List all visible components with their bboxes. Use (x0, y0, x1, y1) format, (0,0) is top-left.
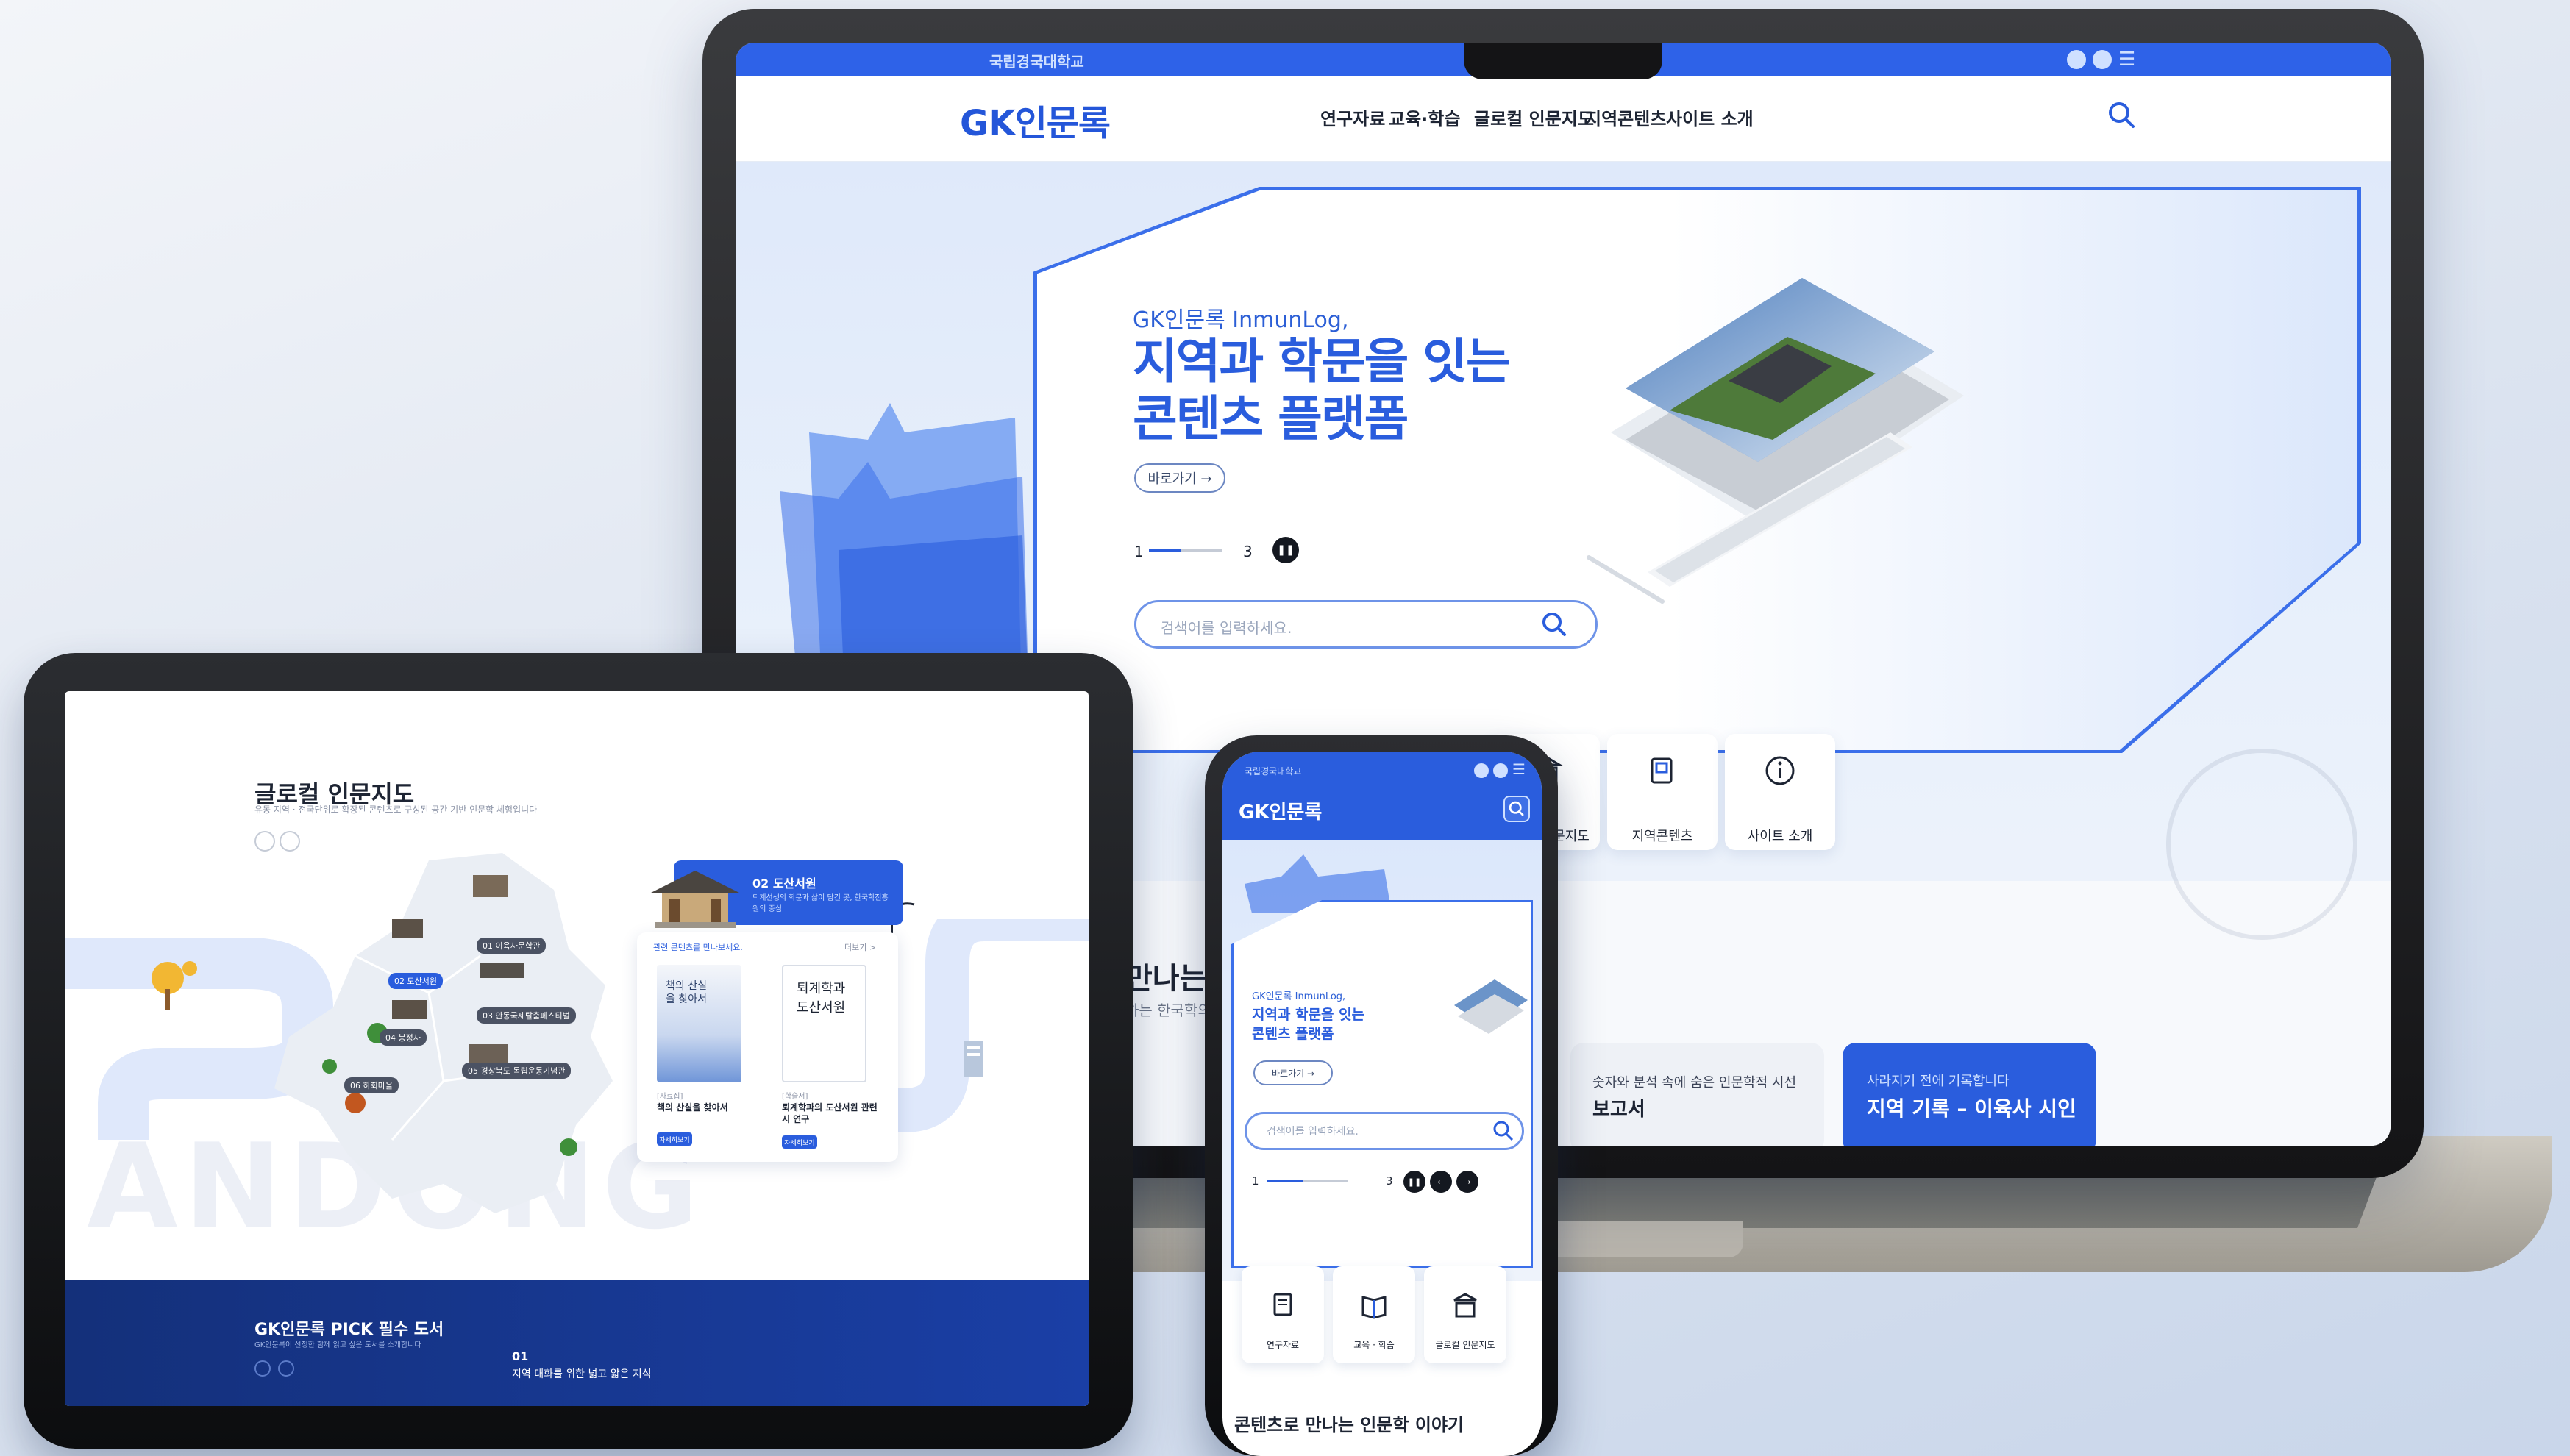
phone-page-current: 1 (1252, 1174, 1259, 1188)
pick-next-button[interactable] (278, 1360, 294, 1377)
section-title: 만나는 (1125, 962, 1207, 996)
phone-quick-label: 교육 · 학습 (1353, 1340, 1395, 1350)
phone-hero-title: 지역과 학문을 잇는 콘텐츠 플랫폼 (1252, 1005, 1364, 1043)
phone-hero-eyebrow: GK인문록 InmunLog, (1252, 991, 1346, 1002)
pick-prev-button[interactable] (254, 1360, 271, 1377)
floating-tablet-illustration (1454, 979, 1528, 1034)
phone-hero-title-line2: 콘텐츠 플랫폼 (1252, 1026, 1334, 1042)
card-title: 보고서 (1592, 1099, 1645, 1121)
phone-logo[interactable]: GK인문록 (1239, 797, 1322, 824)
book-cover-title: 퇴계학과 도산서원 (797, 981, 846, 1016)
phone-screen: 국립경국대학교 ☰ GK인문록 GK인문록 InmunLog, 지역과 학문을 … (1222, 752, 1542, 1456)
book-category: [자료집] (657, 1093, 683, 1101)
hero-page-current: 1 (1134, 543, 1144, 560)
phone-quick-label: 연구자료 (1266, 1340, 1300, 1350)
pick-desc: 지역 대화를 위한 넓고 얇은 지식 (512, 1368, 652, 1380)
map-label-05[interactable]: 05 경상북도 독립운동기념관 (462, 1063, 572, 1079)
globe-icon[interactable] (1493, 763, 1508, 778)
map-label-02[interactable]: 02 도산서원 (388, 973, 443, 989)
book-category: [학술서] (782, 1093, 808, 1101)
nav-education[interactable]: 교육·학습 (1389, 104, 1460, 130)
search-icon[interactable] (1503, 796, 1530, 822)
related-content-label: 관련 콘텐츠를 만나보세요. (653, 943, 743, 952)
book-detail-button[interactable]: 자세히보기 (657, 1132, 692, 1146)
nav-research[interactable]: 연구자료 (1320, 104, 1385, 130)
dosan-seowon-illustration (651, 871, 739, 928)
book-detail-button[interactable]: 자세히보기 (782, 1135, 817, 1149)
search-icon[interactable] (1489, 1116, 1518, 1146)
language-icon[interactable] (1474, 763, 1489, 778)
phone-topbar-university[interactable]: 국립경국대학교 (1245, 765, 1301, 777)
prev-icon[interactable]: ← (1430, 1171, 1452, 1193)
nav-local-content[interactable]: 지역콘텐츠 (1585, 104, 1666, 130)
language-icon[interactable] (2067, 50, 2086, 69)
pick-subtitle: GK인문록이 선정한 함께 읽고 싶은 도서를 소개합니다 (254, 1341, 421, 1349)
search-icon[interactable] (2105, 99, 2137, 131)
map-label-01[interactable]: 01 이육사문학관 (477, 938, 547, 954)
map-label-03[interactable]: 03 안동국제탈춤페스티벌 (477, 1007, 576, 1024)
map-label-04[interactable]: 04 봉정사 (380, 1029, 427, 1046)
building-icon (1453, 1293, 1477, 1318)
place-card-title: 02 도산서원 (752, 877, 816, 891)
phone-quick-label: 글로컬 인문지도 (1435, 1340, 1495, 1350)
floating-tablet-illustration (1587, 278, 1964, 604)
hero-search-placeholder: 검색어를 입력하세요. (1161, 619, 1292, 637)
phone-section-title: 콘텐츠로 만나는 인문학 이야기 (1234, 1415, 1464, 1435)
ginkgo-tree-illustration (152, 961, 197, 1010)
map-label-06[interactable]: 06 하회마을 (344, 1077, 399, 1093)
document-icon (1651, 757, 1673, 784)
place-card-desc: 퇴계선생의 학문과 삶이 담긴 곳, 한국학진흥원의 중심 (752, 894, 889, 913)
topbar-university[interactable]: 국립경국대학교 (989, 50, 1084, 71)
laptop-camera-notch (1464, 43, 1662, 79)
phone-hero-cta[interactable]: 바로가기 → (1253, 1060, 1333, 1085)
hero-title: 지역과 학문을 잇는 콘텐츠 플랫폼 (1133, 333, 1511, 448)
dam-tower-illustration (964, 1041, 983, 1077)
card-title: 지역 기록 – 이육사 시인 (1867, 1096, 2076, 1121)
pause-icon[interactable]: ❚❚ (1403, 1171, 1425, 1193)
hero-title-line1: 지역과 학문을 잇는 (1133, 333, 1511, 390)
hero-title-line2: 콘텐츠 플랫폼 (1133, 390, 1409, 447)
hamburger-menu-icon[interactable]: ☰ (1512, 760, 1526, 778)
phone-page-total: 3 (1386, 1174, 1393, 1188)
tablet-screen: ANDONG 글로컬 인문지도 유동 지역 · 전국단위로 확장된 콘텐츠로 구… (65, 691, 1089, 1406)
related-content-more[interactable]: 더보기 > (844, 941, 876, 953)
phone-search-placeholder: 검색어를 입력하세요. (1267, 1126, 1359, 1138)
book-cover-title: 책의 산실을 찾아서 (666, 980, 707, 1005)
quick-link-label: 사이트 소개 (1747, 829, 1813, 844)
pick-title: GK인문록 PICK 필수 도서 (254, 1321, 444, 1339)
nav-about[interactable]: 사이트 소개 (1666, 104, 1754, 130)
pick-section (65, 1280, 1089, 1406)
andong-map[interactable] (260, 846, 642, 1228)
pick-number: 01 (512, 1349, 529, 1363)
quick-link-label: 지역콘텐츠 (1631, 829, 1693, 844)
phone-progress-fill (1267, 1180, 1303, 1182)
document-icon (1273, 1293, 1292, 1316)
book-title: 퇴계학파의 도산서원 관련 시 연구 (782, 1102, 878, 1124)
search-icon[interactable] (1537, 607, 1571, 641)
card-subtitle: 숫자와 분석 속에 숨은 인문학적 시선 (1592, 1075, 1797, 1091)
hero-cta-button[interactable]: 바로가기 → (1134, 463, 1225, 493)
hero-page-total: 3 (1243, 543, 1253, 560)
site-logo[interactable]: GK인문록 (960, 94, 1111, 146)
info-icon (1765, 756, 1795, 785)
hamburger-menu-icon[interactable]: ☰ (2118, 49, 2135, 71)
phone-hero-title-line1: 지역과 학문을 잇는 (1252, 1007, 1365, 1023)
next-icon[interactable]: → (1456, 1171, 1478, 1193)
university-seal-watermark (2166, 749, 2357, 940)
book-cover-2[interactable]: 퇴계학과 도산서원 (782, 965, 866, 1082)
glocal-map-subtitle: 유동 지역 · 전국단위로 확장된 콘텐츠로 구성된 공간 기반 인문학 체험입… (254, 804, 538, 815)
hero-progress-fill (1149, 549, 1181, 552)
card-subtitle: 사라지기 전에 기록합니다 (1867, 1074, 2010, 1089)
book-icon (1361, 1296, 1387, 1319)
globe-icon[interactable] (2093, 50, 2112, 69)
book-cover-1[interactable]: 책의 산실을 찾아서 (657, 965, 741, 1082)
book-title: 책의 산실을 찾아서 (657, 1102, 728, 1113)
pause-icon[interactable]: ❚❚ (1272, 537, 1299, 563)
nav-glocal-map[interactable]: 글로컬 인문지도 (1474, 104, 1594, 130)
hero-eyebrow: GK인문록 InmunLog, (1133, 307, 1349, 333)
